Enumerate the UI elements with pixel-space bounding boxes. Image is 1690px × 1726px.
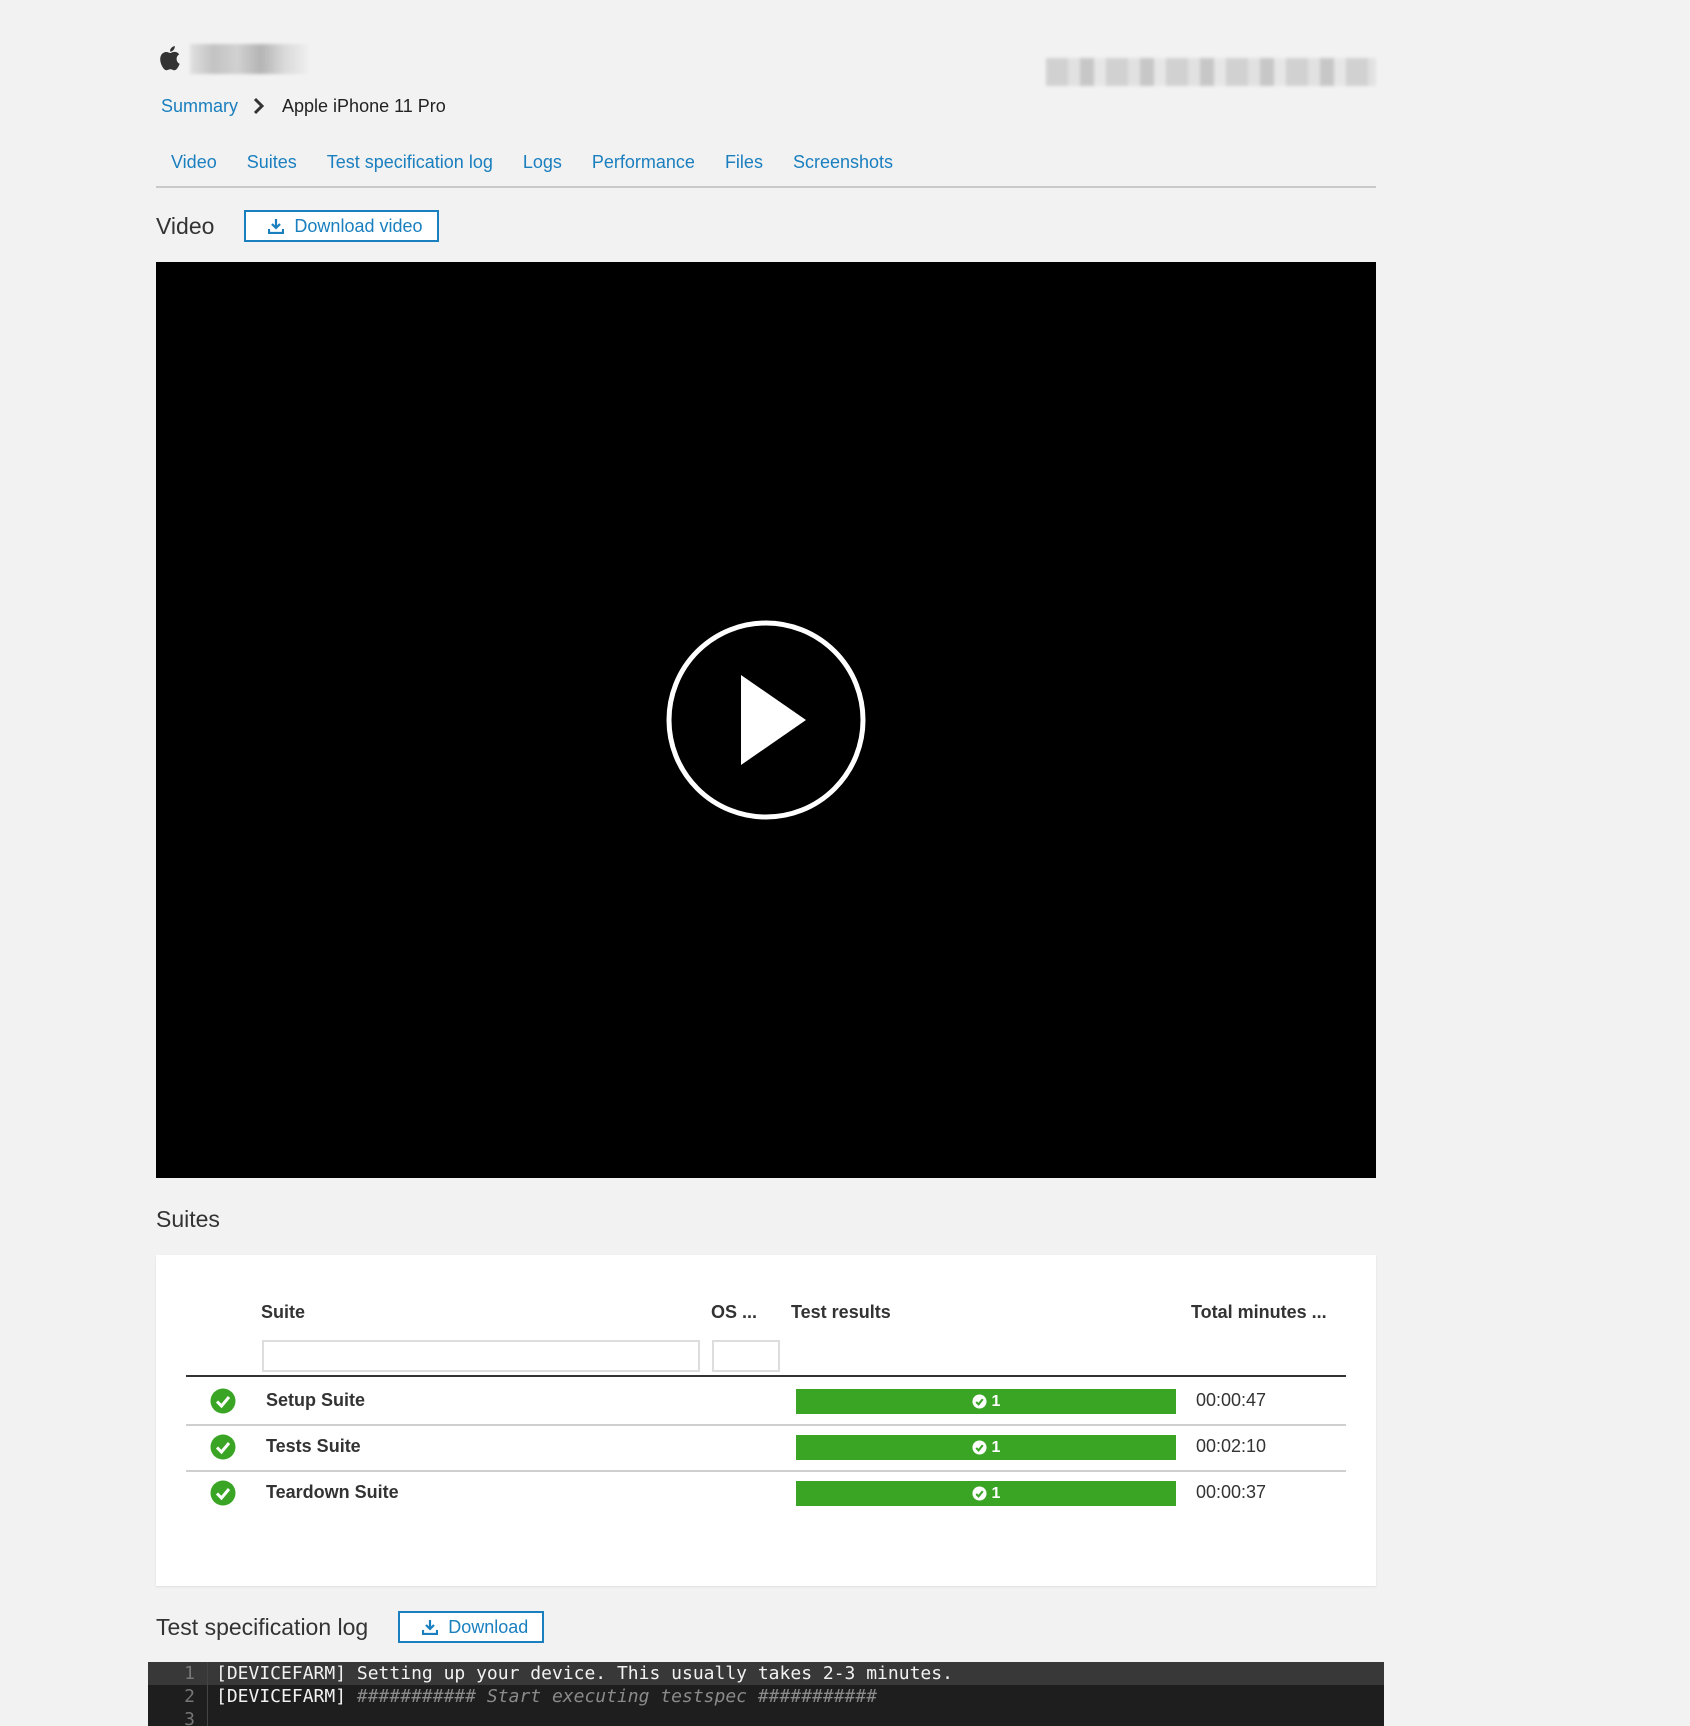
- total-minutes: 00:00:37: [1196, 1482, 1267, 1502]
- tab-performance[interactable]: Performance: [577, 148, 710, 182]
- log-text: ########### Start executing testspec ###…: [346, 1686, 878, 1707]
- redacted-project-name: [190, 44, 308, 74]
- column-header-test-results[interactable]: Test results: [791, 1302, 891, 1323]
- download-icon: [268, 219, 285, 234]
- table-row[interactable]: Tests Suite 1 00:02:10: [186, 1425, 1346, 1472]
- suites-header: Suites: [156, 1206, 220, 1233]
- suite-filter-input[interactable]: [262, 1340, 700, 1372]
- passed-count: 1: [991, 1392, 1001, 1410]
- tab-screenshots[interactable]: Screenshots: [778, 148, 908, 182]
- tab-logs[interactable]: Logs: [508, 148, 577, 182]
- log-text: Setting up your device. This usually tak…: [346, 1663, 953, 1684]
- check-circle-icon: [210, 1388, 236, 1414]
- video-section-title: Video: [156, 212, 215, 239]
- log-prefix: [DEVICEFARM]: [216, 1663, 347, 1684]
- column-header-os[interactable]: OS ...: [711, 1302, 757, 1323]
- download-video-button[interactable]: Download video: [244, 210, 439, 242]
- tab-files[interactable]: Files: [710, 148, 778, 182]
- suite-name[interactable]: Tests Suite: [266, 1436, 361, 1457]
- breadcrumb-summary-link[interactable]: Summary: [161, 96, 238, 117]
- play-icon[interactable]: [666, 620, 866, 820]
- section-tabs: Video Suites Test specification log Logs…: [156, 148, 1376, 188]
- table-row[interactable]: Setup Suite 1 00:00:47: [186, 1379, 1346, 1426]
- passed-count: 1: [991, 1484, 1001, 1502]
- passed-count: 1: [991, 1438, 1001, 1456]
- suite-name[interactable]: Setup Suite: [266, 1390, 365, 1411]
- tab-video[interactable]: Video: [156, 148, 232, 182]
- check-circle-icon: [972, 1394, 987, 1409]
- total-minutes: 00:00:47: [1196, 1390, 1267, 1410]
- download-video-label: Download video: [294, 215, 423, 236]
- check-circle-icon: [210, 1434, 236, 1460]
- line-number: 1: [148, 1662, 208, 1685]
- spec-log-viewer[interactable]: 1 [DEVICEFARM] Setting up your device. T…: [148, 1662, 1384, 1726]
- test-results-bar: 1: [796, 1481, 1176, 1506]
- table-header-divider: [186, 1375, 1346, 1377]
- spec-log-section-title: Test specification log: [156, 1613, 369, 1640]
- download-spec-log-label: Download: [448, 1616, 529, 1637]
- suites-table: Suite OS ... Test results Total minutes …: [156, 1255, 1376, 1586]
- suite-name[interactable]: Teardown Suite: [266, 1482, 399, 1503]
- total-minutes: 00:02:10: [1196, 1436, 1267, 1456]
- column-header-total-minutes[interactable]: Total minutes ...: [1191, 1302, 1327, 1323]
- header: [156, 42, 1376, 86]
- apple-icon: [160, 46, 180, 71]
- suites-section-title: Suites: [156, 1206, 220, 1232]
- spec-log-header: Test specification log Download: [156, 1611, 545, 1643]
- chevron-right-icon: [253, 97, 265, 115]
- download-icon: [422, 1620, 439, 1635]
- video-player[interactable]: [156, 262, 1376, 1178]
- tab-suites[interactable]: Suites: [232, 148, 312, 182]
- breadcrumb: Summary Apple iPhone 11 Pro: [161, 92, 446, 120]
- line-number: 3: [148, 1708, 208, 1726]
- log-line: 3: [148, 1708, 1384, 1726]
- test-results-bar: 1: [796, 1389, 1176, 1414]
- video-header: Video Download video: [156, 210, 439, 242]
- table-row[interactable]: Teardown Suite 1 00:00:37: [186, 1471, 1346, 1516]
- check-circle-icon: [972, 1440, 987, 1455]
- check-circle-icon: [972, 1486, 987, 1501]
- log-prefix: [DEVICEFARM]: [216, 1686, 347, 1707]
- log-line: 2 [DEVICEFARM] ########### Start executi…: [148, 1685, 1384, 1708]
- log-line: 1 [DEVICEFARM] Setting up your device. T…: [148, 1662, 1384, 1685]
- redacted-run-info: [1046, 58, 1376, 86]
- download-spec-log-button[interactable]: Download: [398, 1611, 545, 1643]
- check-circle-icon: [210, 1480, 236, 1506]
- test-results-bar: 1: [796, 1435, 1176, 1460]
- breadcrumb-current: Apple iPhone 11 Pro: [282, 95, 446, 116]
- line-number: 2: [148, 1685, 208, 1708]
- tab-test-specification-log[interactable]: Test specification log: [312, 148, 508, 182]
- os-filter-input[interactable]: [712, 1340, 780, 1372]
- column-header-suite[interactable]: Suite: [261, 1302, 305, 1323]
